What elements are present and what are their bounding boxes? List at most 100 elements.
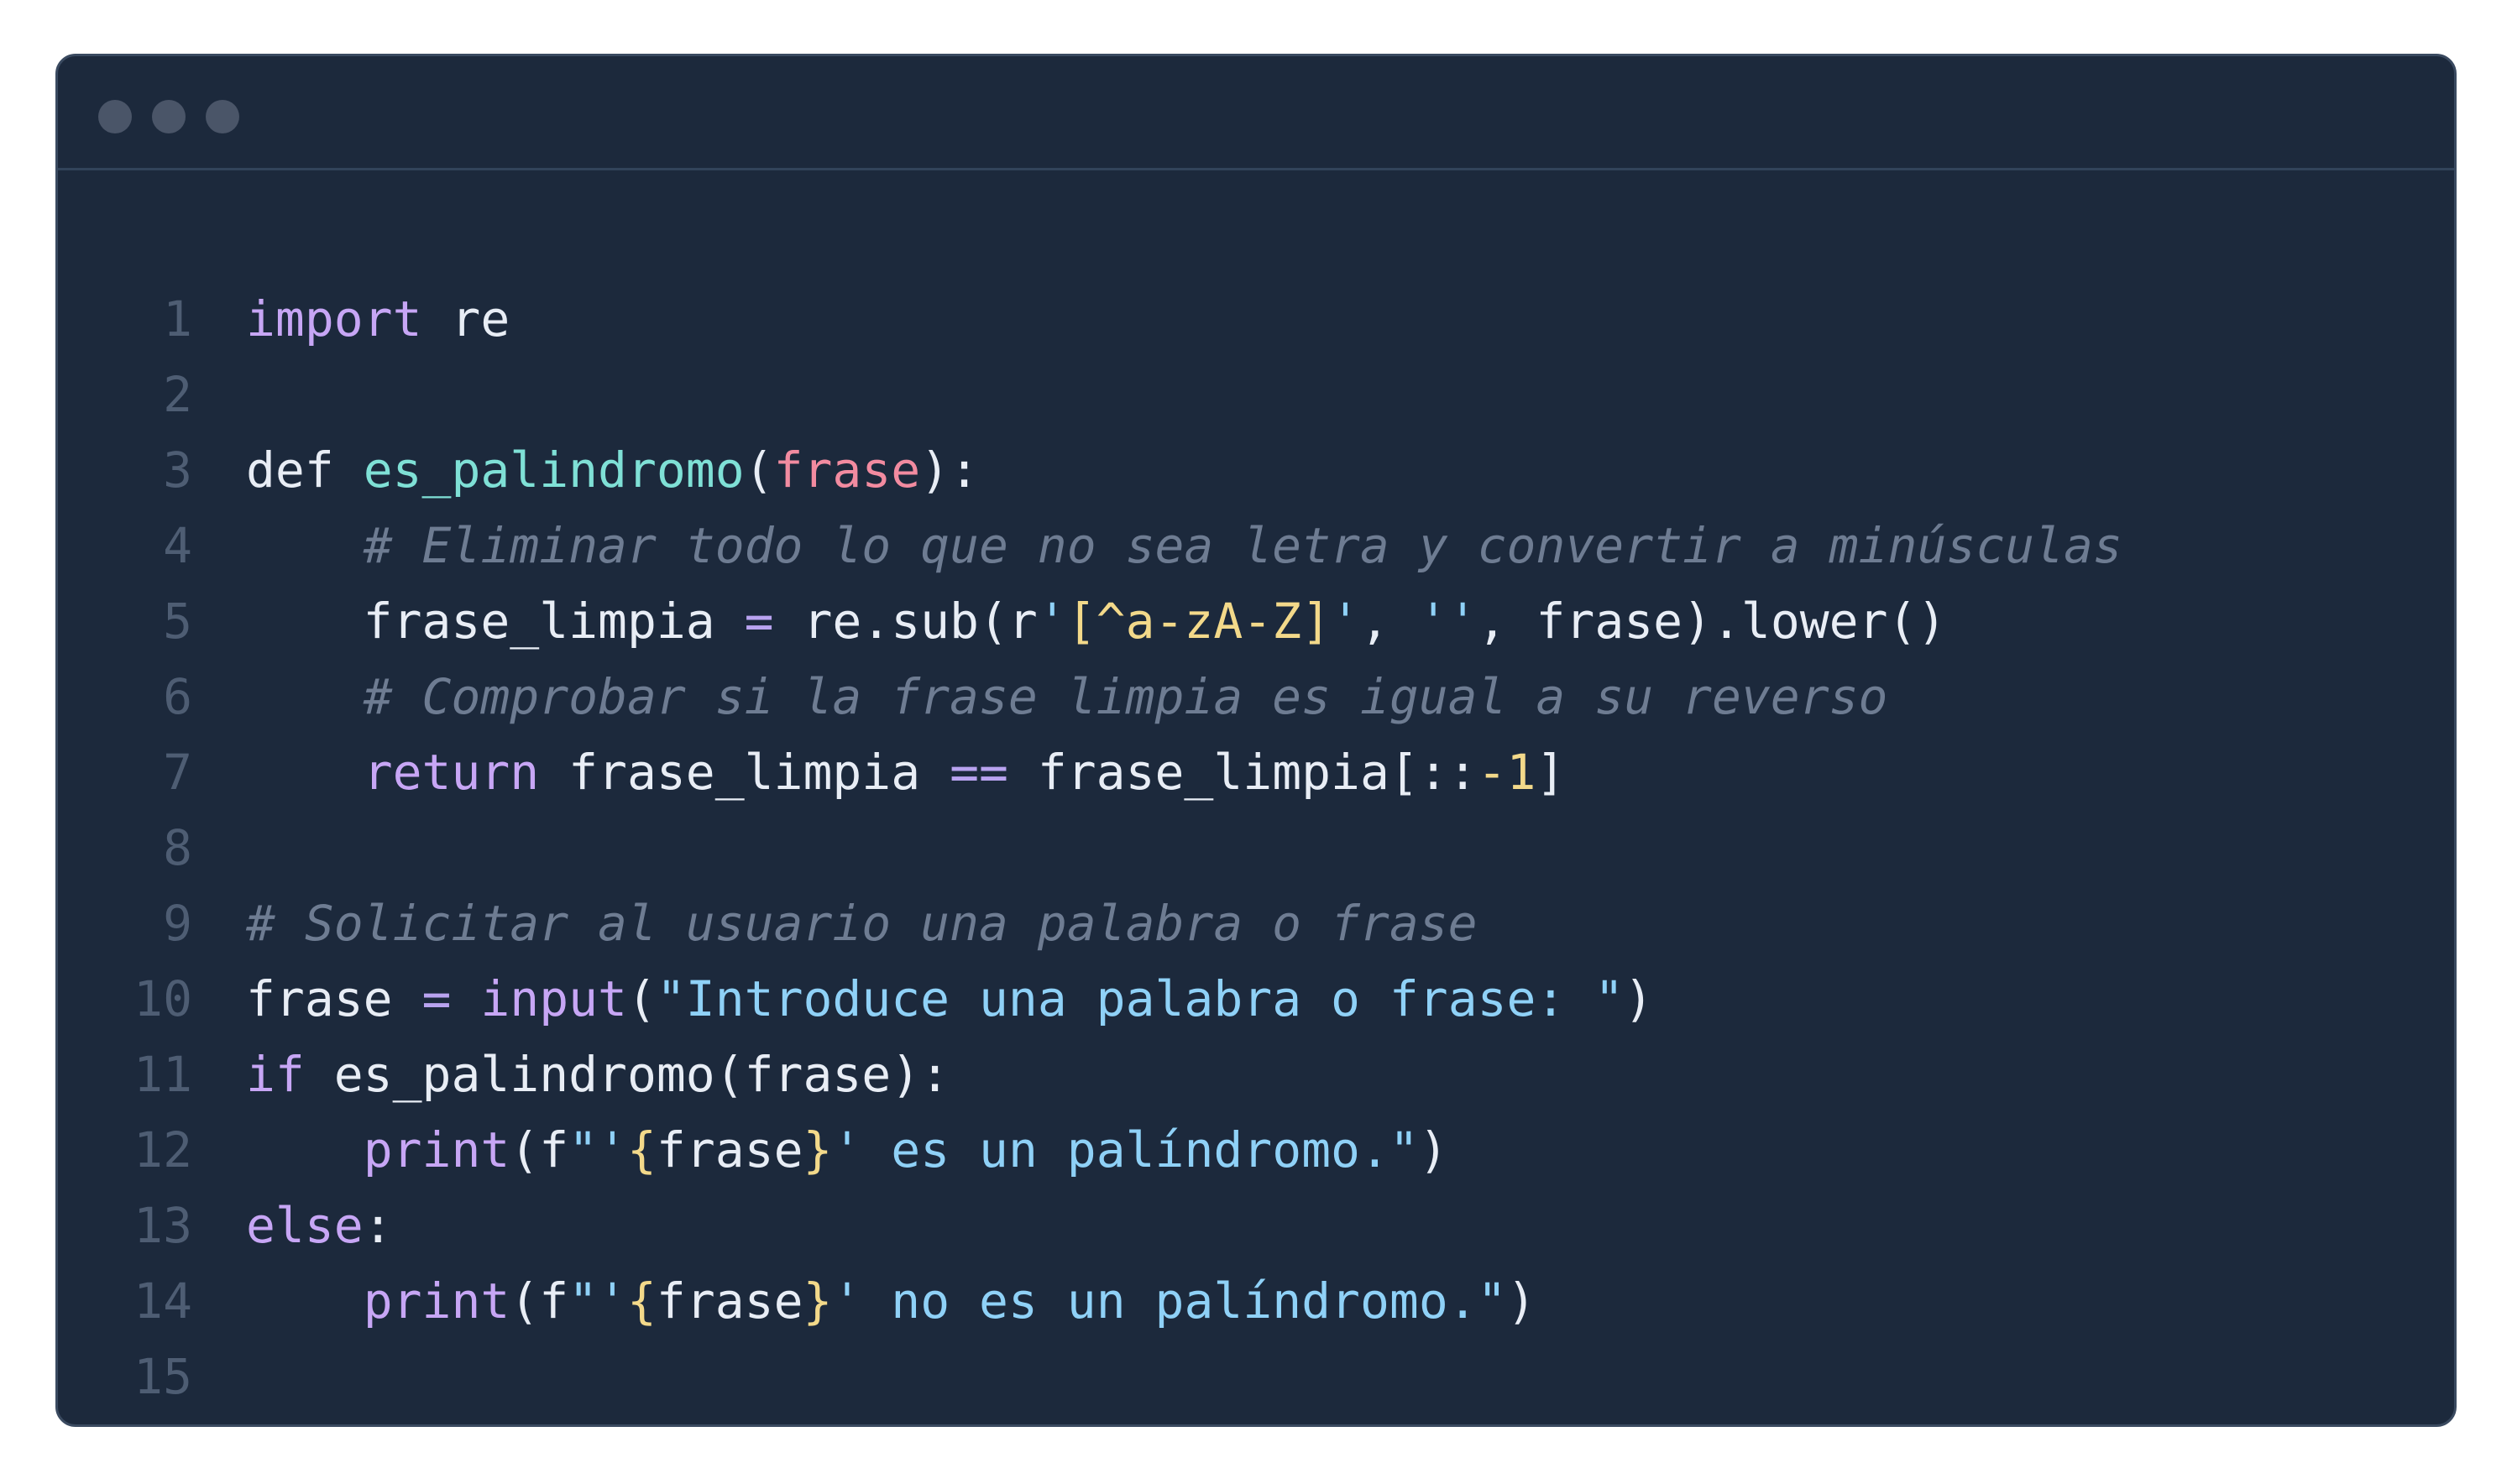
- code-token: print: [363, 1272, 510, 1330]
- code-token: ' es un palíndromo.": [832, 1121, 1419, 1178]
- code-line[interactable]: 2: [58, 357, 2122, 432]
- line-number: 4: [163, 517, 192, 574]
- code-text: print(f"'{frase}' no es un palíndromo."): [246, 1263, 1536, 1339]
- code-line[interactable]: 13 else:: [58, 1188, 2122, 1263]
- code-text: else:: [246, 1188, 393, 1263]
- code-token: -1: [1477, 744, 1536, 801]
- line-number: 3: [163, 442, 192, 499]
- code-line[interactable]: 3 def es_palindromo(frase):: [58, 432, 2122, 508]
- line-number: 10: [133, 970, 192, 1027]
- code-token: frase_limpia[::: [1007, 744, 1478, 801]
- code-text: print(f"'{frase}' es un palíndromo."): [246, 1112, 1448, 1188]
- code-text: # Comprobar si la frase limpia es igual …: [246, 659, 1888, 734]
- code-token: (: [626, 970, 657, 1027]
- code-token: def: [246, 442, 334, 499]
- code-line[interactable]: 12 print(f"'{frase}' es un palíndromo."): [58, 1112, 2122, 1188]
- code-token: "Introduce una palabra o frase: ": [656, 970, 1625, 1027]
- code-token: # Eliminar todo lo que no sea letra y co…: [246, 517, 2122, 574]
- maximize-dot-icon[interactable]: [206, 100, 239, 133]
- code-token: =: [421, 970, 452, 1027]
- code-text: return frase_limpia == frase_limpia[::-1…: [246, 734, 1566, 810]
- code-token: frase: [773, 442, 921, 499]
- code-token: }: [803, 1121, 833, 1178]
- code-token: ': [1331, 593, 1360, 650]
- code-token: else: [246, 1197, 364, 1254]
- code-text: frase = input("Introduce una palabra o f…: [246, 961, 1653, 1037]
- line-number: 12: [133, 1121, 192, 1178]
- code-line[interactable]: 11 if es_palindromo(frase):: [58, 1037, 2122, 1112]
- close-dot-icon[interactable]: [98, 100, 132, 133]
- code-editor[interactable]: 1 import re 2 3 def es_palindromo(frase): 4 #…: [58, 281, 2122, 1414]
- code-token: re.sub(r: [773, 593, 1038, 650]
- code-token: if: [246, 1046, 305, 1103]
- code-token: '': [1418, 593, 1478, 650]
- code-line[interactable]: 9 # Solicitar al usuario una palabra o fr…: [58, 886, 2122, 961]
- code-line[interactable]: 1 import re: [58, 281, 2122, 357]
- code-token: re: [421, 290, 510, 347]
- code-token: ):: [920, 442, 980, 499]
- code-text: # Eliminar todo lo que no sea letra y co…: [246, 508, 2122, 583]
- code-token: ==: [950, 744, 1008, 801]
- code-token: , frase).lower(): [1477, 593, 1947, 650]
- code-line[interactable]: 8: [58, 810, 2122, 886]
- code-token: {: [626, 1272, 657, 1330]
- code-line[interactable]: 6 # Comprobar si la frase limpia es igua…: [58, 659, 2122, 734]
- code-line[interactable]: 4 # Eliminar todo lo que no sea letra y …: [58, 508, 2122, 583]
- code-token: ': [1037, 593, 1067, 650]
- code-token: es_palindromo(frase):: [304, 1046, 950, 1103]
- line-number: 8: [163, 819, 192, 876]
- code-token: frase: [656, 1272, 803, 1330]
- code-line[interactable]: 10 frase = input("Introduce una palabra o…: [58, 961, 2122, 1037]
- line-number: 11: [133, 1046, 192, 1103]
- code-line[interactable]: 14 print(f"'{frase}' no es un palíndromo…: [58, 1263, 2122, 1339]
- code-token: {: [626, 1121, 657, 1178]
- code-token: frase: [246, 970, 422, 1027]
- code-token: =: [744, 593, 774, 650]
- code-token: }: [803, 1272, 833, 1330]
- code-token: [^a-zA-Z]: [1066, 593, 1332, 650]
- code-token: (f: [510, 1121, 569, 1178]
- code-token: return: [363, 744, 540, 801]
- code-token: ,: [1359, 593, 1419, 650]
- code-token: (: [744, 442, 774, 499]
- code-token: # Solicitar al usuario una palabra o fra…: [246, 895, 1478, 952]
- code-token: (f: [510, 1272, 569, 1330]
- line-number: 15: [133, 1348, 192, 1405]
- line-number: 5: [163, 593, 192, 650]
- code-token: ): [1624, 970, 1654, 1027]
- line-number: 14: [133, 1272, 192, 1330]
- code-line[interactable]: 15: [58, 1339, 2122, 1414]
- line-number: 6: [163, 668, 192, 725]
- code-text: if es_palindromo(frase):: [246, 1037, 950, 1112]
- code-token: print: [363, 1121, 510, 1178]
- code-window: 1 import re 2 3 def es_palindromo(frase): 4 #…: [55, 54, 2457, 1427]
- code-token: es_palindromo: [363, 442, 745, 499]
- minimize-dot-icon[interactable]: [152, 100, 186, 133]
- code-text: frase_limpia = re.sub(r'[^a-zA-Z]', '', …: [246, 583, 1947, 659]
- code-token: frase: [656, 1121, 803, 1178]
- code-token: ' no es un palíndromo.": [832, 1272, 1507, 1330]
- code-token: import: [246, 290, 422, 347]
- code-token: ]: [1536, 744, 1566, 801]
- code-token: ): [1506, 1272, 1536, 1330]
- code-text: # Solicitar al usuario una palabra o fra…: [246, 886, 1478, 961]
- line-number: 1: [163, 290, 192, 347]
- code-line[interactable]: 7 return frase_limpia == frase_limpia[::…: [58, 734, 2122, 810]
- code-line[interactable]: 5 frase_limpia = re.sub(r'[^a-zA-Z]', ''…: [58, 583, 2122, 659]
- window-titlebar: [58, 56, 2454, 170]
- code-token: frase_limpia: [539, 744, 950, 801]
- code-token: # Comprobar si la frase limpia es igual …: [246, 668, 1888, 725]
- code-token: input: [480, 970, 627, 1027]
- code-token: :: [363, 1197, 393, 1254]
- line-number: 9: [163, 895, 192, 952]
- code-text: import re: [246, 281, 510, 357]
- code-token: ): [1418, 1121, 1448, 1178]
- line-number: 13: [133, 1197, 192, 1254]
- line-number: 2: [163, 366, 192, 423]
- code-token: "': [568, 1272, 627, 1330]
- code-token: "': [568, 1121, 627, 1178]
